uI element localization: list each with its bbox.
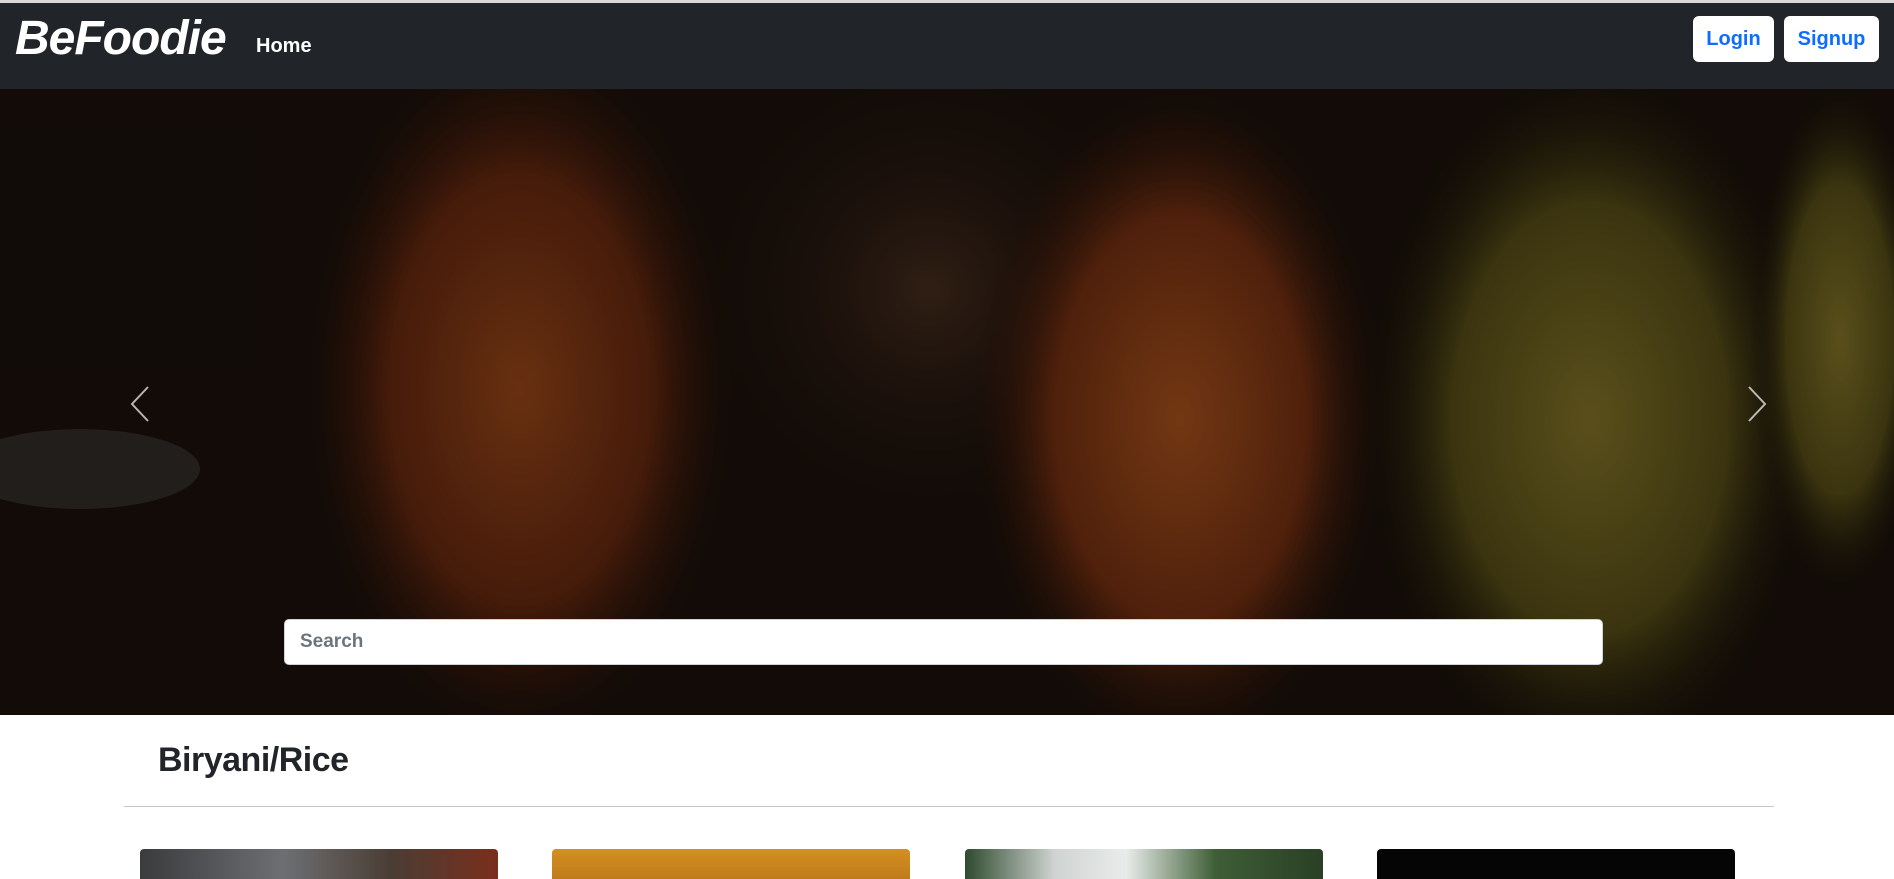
chevron-right-icon	[1748, 386, 1767, 422]
chevron-left-icon	[130, 386, 149, 422]
carousel-prev-button[interactable]	[121, 379, 161, 429]
brand-logo[interactable]: BeFoodie	[15, 9, 227, 69]
nav-home-link[interactable]: Home	[256, 33, 312, 59]
hero-carousel	[0, 89, 1894, 715]
carousel-next-button[interactable]	[1736, 379, 1776, 429]
dish-card-image[interactable]	[1377, 849, 1735, 879]
signup-button[interactable]: Signup	[1784, 16, 1879, 62]
category-divider	[124, 806, 1774, 807]
dish-card-image[interactable]	[965, 849, 1323, 879]
top-navbar: BeFoodie Home Login Signup	[0, 0, 1894, 89]
login-button[interactable]: Login	[1693, 16, 1774, 62]
dish-card-image[interactable]	[140, 849, 498, 879]
category-title: Biryani/Rice	[158, 741, 349, 779]
search-input[interactable]	[284, 619, 1603, 665]
dish-card-image[interactable]	[552, 849, 910, 879]
